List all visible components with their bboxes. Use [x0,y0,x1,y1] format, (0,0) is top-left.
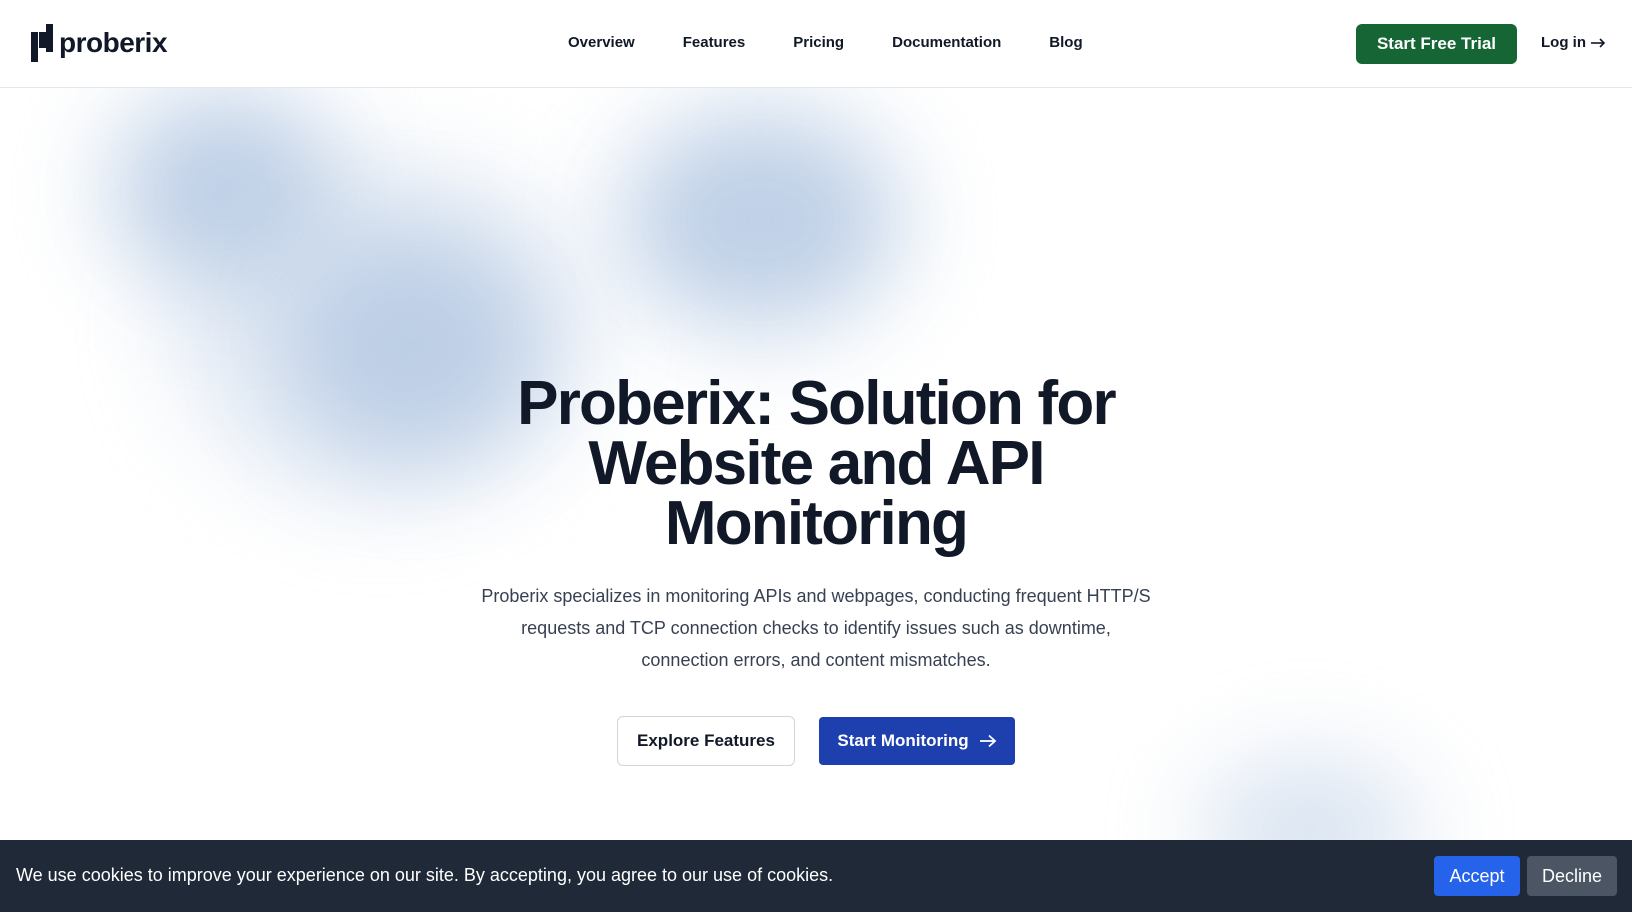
logo-text: proberix [59,27,168,58]
logo[interactable]: proberix [31,22,168,64]
site-header: proberix Overview Features Pricing Docum… [0,0,1632,88]
arrow-right-icon [979,734,996,748]
main-nav: Overview Features Pricing Documentation … [568,34,1083,51]
start-monitoring-label: Start Monitoring [837,731,969,750]
hero-title: Proberix: Solution for Website and API M… [517,369,1116,558]
start-free-trial-button[interactable]: Start Free Trial [1356,24,1517,64]
accept-cookies-button[interactable]: Accept [1434,856,1520,896]
hero-subtitle: Proberix specializes in monitoring APIs … [481,586,1151,670]
nav-features[interactable]: Features [683,34,746,51]
logo-mark-icon [31,24,53,62]
hero-section: Proberix: Solution for Website and API M… [0,88,1632,840]
nav-overview[interactable]: Overview [568,34,635,51]
cookie-banner: We use cookies to improve your experienc… [0,840,1632,912]
login-label: Log in [1541,34,1586,51]
nav-pricing[interactable]: Pricing [793,34,844,51]
cookie-message: We use cookies to improve your experienc… [16,865,834,885]
start-monitoring-button[interactable]: Start Monitoring [819,717,1015,765]
decline-cookies-button[interactable]: Decline [1527,856,1617,896]
login-link[interactable]: Log in [1541,34,1606,51]
nav-documentation[interactable]: Documentation [892,34,1001,51]
nav-blog[interactable]: Blog [1049,34,1082,51]
arrow-right-icon [1591,37,1606,48]
explore-features-button[interactable]: Explore Features [617,716,795,766]
